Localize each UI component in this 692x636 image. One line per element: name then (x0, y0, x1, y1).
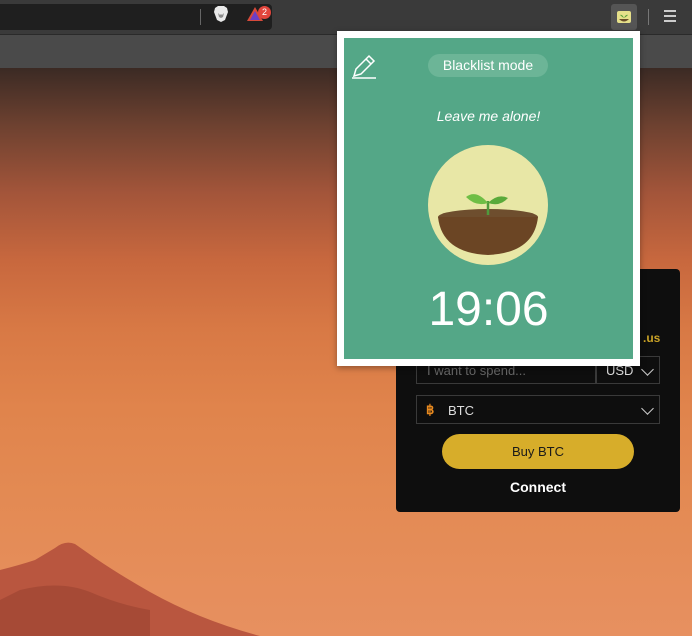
forest-extension-icon (617, 11, 631, 23)
connect-link[interactable]: Connect (442, 479, 634, 495)
brave-lion-icon[interactable] (212, 5, 230, 23)
hamburger-menu-icon[interactable] (664, 10, 676, 24)
blacklist-mode-toggle[interactable]: Blacklist mode (428, 54, 548, 77)
pencil-edit-icon[interactable] (350, 52, 378, 80)
coin-value: BTC (448, 403, 474, 418)
chevron-down-icon (641, 363, 654, 376)
popup-message: Leave me alone! (436, 108, 541, 124)
tree-illustration (428, 145, 548, 265)
address-bar-divider (200, 9, 201, 25)
rewards-count-badge: 2 (258, 6, 271, 19)
mountain-silhouette (0, 542, 260, 636)
toolbar-separator (648, 9, 649, 25)
buy-btc-button[interactable]: Buy BTC (442, 434, 634, 469)
chevron-down-icon (641, 402, 654, 415)
widget-domain-suffix: .us (643, 331, 661, 345)
forest-extension-button[interactable] (611, 4, 637, 30)
browser-toolbar: 2 (0, 0, 692, 34)
focus-timer: 19:06 (428, 283, 549, 336)
sapling-icon (438, 194, 538, 255)
address-bar[interactable] (0, 4, 272, 30)
bitcoin-icon: ฿ (426, 402, 435, 417)
coin-select[interactable]: BTC (416, 395, 660, 424)
